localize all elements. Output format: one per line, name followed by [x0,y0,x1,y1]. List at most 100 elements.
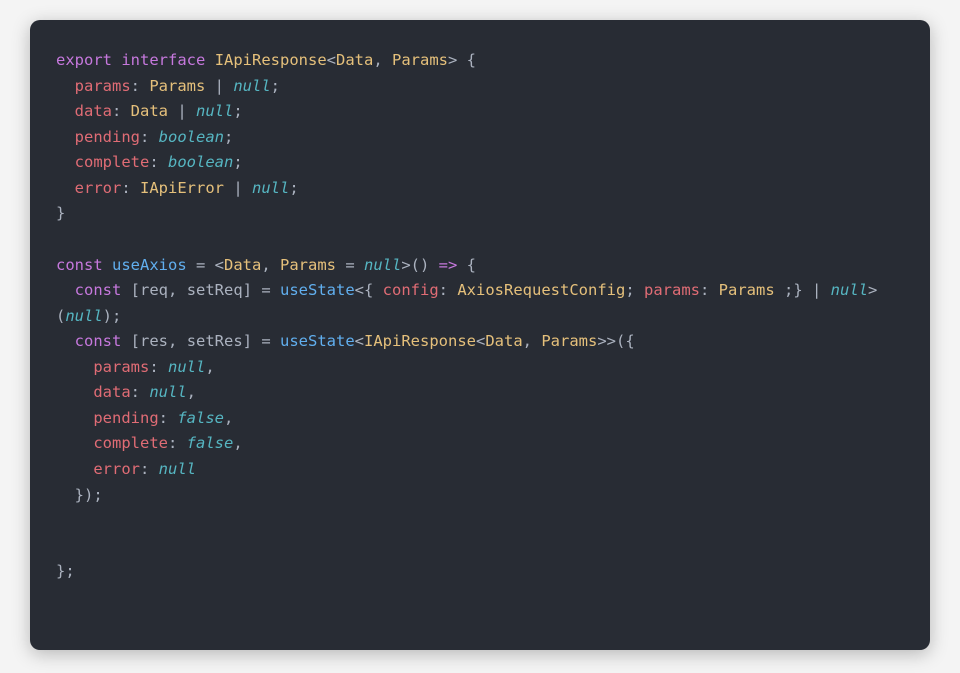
code-line: params: Params | null; [56,77,280,95]
code-token: { [457,256,476,274]
code-token: IApiResponse [364,332,476,350]
code-token: ; [233,102,242,120]
code-token: null [196,102,233,120]
code-token: export [56,51,112,69]
code-token: < [355,332,364,350]
code-token: : [140,128,159,146]
code-token [103,256,112,274]
code-content[interactable]: export interface IApiResponse<Data, Para… [56,48,904,585]
code-line: params: null, [56,358,215,376]
code-token: ; [289,179,298,197]
code-token: , [523,332,542,350]
code-token: , [261,256,280,274]
code-line [56,230,65,248]
code-token: null [233,77,270,95]
code-token: useState [280,332,355,350]
code-token: : [149,358,168,376]
code-line: error: null [56,460,196,478]
code-token: ; [224,128,233,146]
code-line: pending: boolean; [56,128,233,146]
code-token: > { [448,51,476,69]
code-token: error [75,179,122,197]
code-token: : [131,77,150,95]
code-token [56,434,93,452]
code-token: | [168,102,196,120]
code-token: [ [121,332,140,350]
code-token: ] = [243,281,280,299]
code-token: pending [93,409,158,427]
code-token: setReq [187,281,243,299]
code-line: } [56,204,65,222]
code-token: : [149,153,168,171]
code-token [56,77,75,95]
code-token: Params [541,332,597,350]
code-token: ; [625,281,644,299]
code-snippet-card: export interface IApiResponse<Data, Para… [30,20,930,650]
code-token: complete [93,434,168,452]
code-token: }; [56,562,75,580]
code-token: Data [224,256,261,274]
code-token: req [140,281,168,299]
code-token: complete [75,153,150,171]
code-token: IApiResponse [215,51,327,69]
code-token [56,409,93,427]
code-token: => [439,256,458,274]
code-token: data [75,102,112,120]
code-line [56,537,65,555]
code-token: IApiError [140,179,224,197]
code-token: < [476,332,485,350]
code-token: null [168,358,205,376]
code-token: null [65,307,102,325]
code-token: } [56,204,65,222]
code-token [56,102,75,120]
code-token: : [121,179,140,197]
code-token: | [224,179,252,197]
code-token [56,358,93,376]
code-token [205,51,214,69]
code-token: null [364,256,401,274]
code-token: null [159,460,196,478]
code-token: = [336,256,364,274]
code-token: res [140,332,168,350]
code-token: ); [103,307,122,325]
code-token [56,153,75,171]
code-token: : [131,383,150,401]
code-token: : [168,434,187,452]
code-line: complete: false, [56,434,243,452]
code-token: false [177,409,224,427]
code-token: Params [392,51,448,69]
code-token: false [187,434,234,452]
code-token: Data [336,51,373,69]
code-token: , [205,358,214,376]
code-token: Params [280,256,336,274]
code-token: }); [56,486,103,504]
code-token: pending [75,128,140,146]
code-token: config [383,281,439,299]
code-token [56,511,65,529]
code-token: >>({ [597,332,634,350]
code-token: | [205,77,233,95]
code-token: , [224,409,233,427]
code-token: : [159,409,178,427]
code-token [56,332,75,350]
code-token: <{ [355,281,383,299]
code-line: data: Data | null; [56,102,243,120]
code-token: : [112,102,131,120]
code-token: Params [149,77,205,95]
code-line: export interface IApiResponse<Data, Para… [56,51,476,69]
code-line: pending: false, [56,409,233,427]
code-token: [ [121,281,140,299]
code-token: ] = [243,332,280,350]
code-token: , [233,434,242,452]
code-line: }); [56,486,103,504]
code-token: const [75,332,122,350]
code-line [56,511,65,529]
code-token: , [373,51,392,69]
code-token: ;} | [784,281,831,299]
code-token: data [93,383,130,401]
code-line: const [res, setRes] = useState<IApiRespo… [56,332,635,350]
code-token: : [439,281,458,299]
code-token: params [75,77,131,95]
code-token: : [140,460,159,478]
code-token [56,230,65,248]
